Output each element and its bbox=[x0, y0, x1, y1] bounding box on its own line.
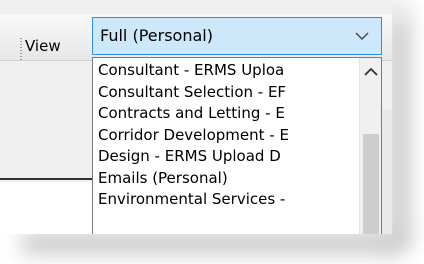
view-option[interactable]: Environmental Services - bbox=[93, 189, 359, 211]
view-option[interactable]: Contracts and Letting - E bbox=[93, 103, 359, 125]
dropdown-scrollbar[interactable] bbox=[359, 58, 381, 234]
screenshot-shadow-bottom bbox=[22, 232, 402, 254]
app-window: View Full (Personal) Consultant - ERMS U… bbox=[0, 0, 392, 234]
view-select-value: Full (Personal) bbox=[100, 26, 213, 45]
view-label: View bbox=[25, 37, 61, 55]
background-edge bbox=[382, 110, 392, 234]
scrollbar-thumb[interactable] bbox=[363, 134, 379, 234]
view-option[interactable]: Corridor Development - E bbox=[93, 125, 359, 147]
chevron-down-icon[interactable] bbox=[355, 32, 369, 41]
toolbar-grip-handle[interactable] bbox=[20, 38, 22, 60]
view-select-dropdown: Consultant - ERMS Uploa Consultant Selec… bbox=[92, 57, 382, 234]
view-option[interactable]: Emails (Personal) bbox=[93, 168, 359, 190]
view-option[interactable]: Consultant - ERMS Uploa bbox=[93, 60, 359, 82]
view-options-list: Consultant - ERMS Uploa Consultant Selec… bbox=[93, 60, 359, 211]
panel-divider bbox=[0, 178, 92, 180]
view-option[interactable]: Design - ERMS Upload D bbox=[93, 146, 359, 168]
panel-content-area bbox=[0, 182, 92, 234]
scroll-up-arrow-icon[interactable] bbox=[364, 67, 378, 77]
view-select[interactable]: Full (Personal) bbox=[92, 17, 382, 55]
left-panel bbox=[0, 62, 92, 234]
view-option[interactable]: Consultant Selection - EF bbox=[93, 82, 359, 104]
